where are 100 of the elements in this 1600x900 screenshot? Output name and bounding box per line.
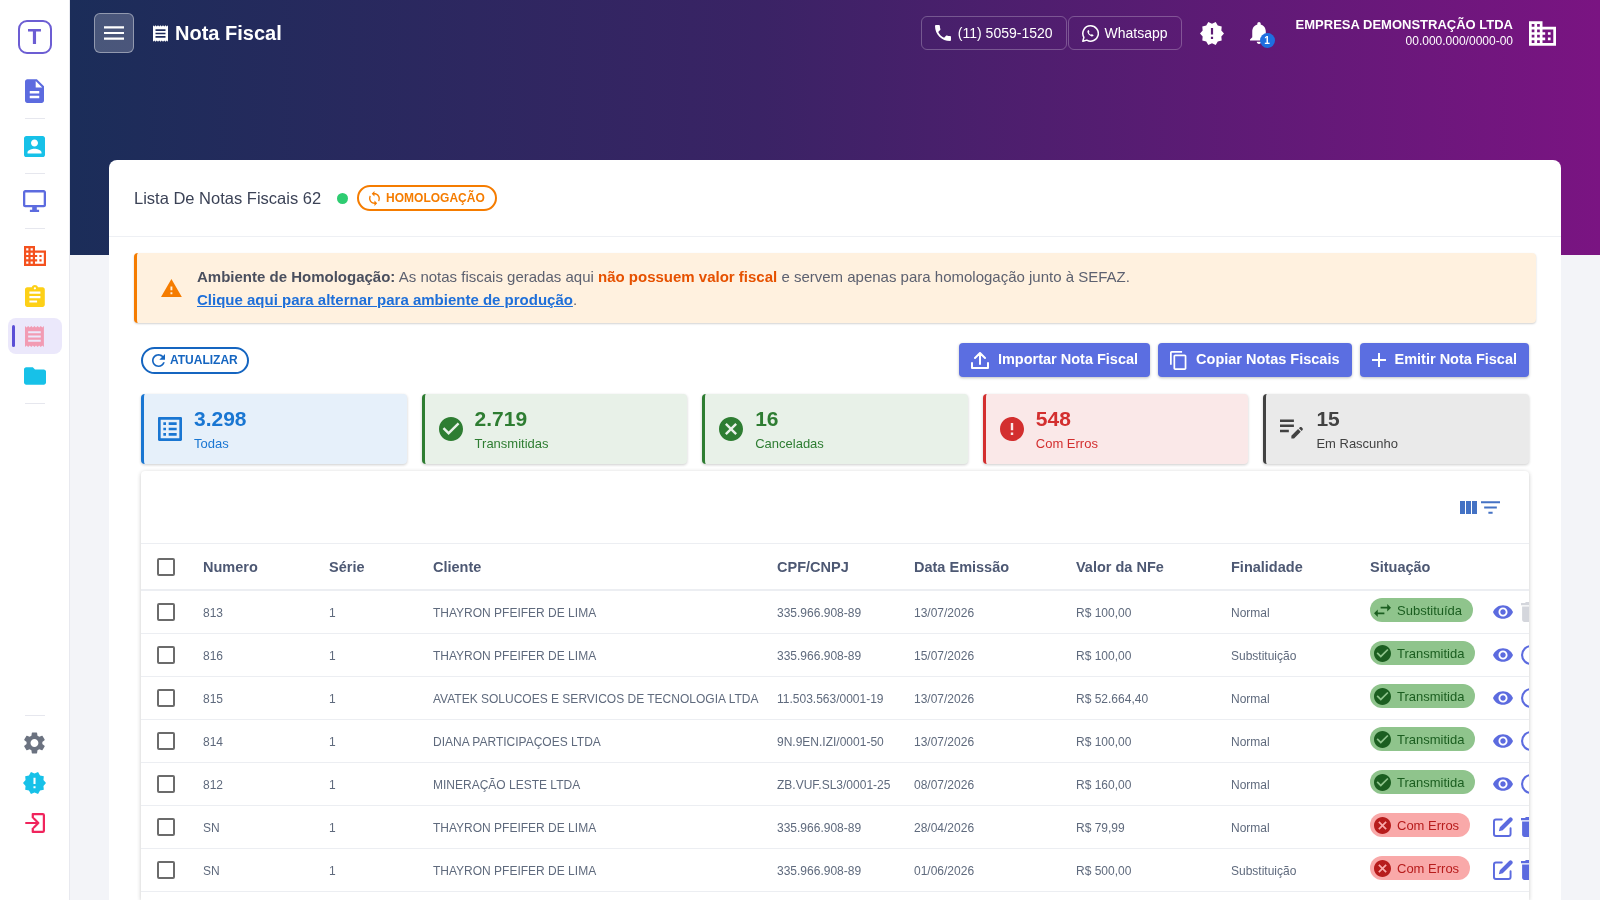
eye-icon[interactable] xyxy=(1493,774,1513,794)
menu-button[interactable] xyxy=(94,13,134,53)
contact-card-icon xyxy=(24,135,45,157)
copy-icon xyxy=(1170,350,1188,370)
refresh-button[interactable]: ATUALIZAR xyxy=(141,346,249,374)
refresh-icon xyxy=(152,353,165,367)
trash-icon[interactable] xyxy=(1521,860,1529,880)
series-number: 1 xyxy=(329,606,336,620)
row-checkbox[interactable] xyxy=(157,603,175,621)
trash-icon[interactable] xyxy=(1521,817,1529,837)
issue-date: 13/07/2026 xyxy=(914,735,975,749)
stat-card[interactable]: 548 Com Erros xyxy=(982,394,1249,464)
eye-icon[interactable] xyxy=(1493,688,1513,708)
tax-id: 11.503.563/0001-19 xyxy=(777,692,884,706)
row-checkbox[interactable] xyxy=(157,732,175,750)
sidebar-item[interactable] xyxy=(7,318,62,354)
list-title: Lista De Notas Fiscais 62 xyxy=(134,187,322,209)
edit-icon[interactable] xyxy=(1493,860,1513,880)
client-name: THAYRON PFEIFER DE LIMA xyxy=(433,606,597,620)
stat-value: 3.298 xyxy=(194,405,247,432)
eye-icon[interactable] xyxy=(1493,731,1513,751)
stat-label: Transmitidas xyxy=(474,434,549,453)
ring-icon[interactable] xyxy=(1521,731,1529,751)
eye-icon[interactable] xyxy=(1493,645,1513,665)
ring-icon[interactable] xyxy=(1521,688,1529,708)
status-label: Com Erros xyxy=(1397,816,1460,835)
edit-icon[interactable] xyxy=(1493,817,1513,837)
create-button[interactable]: Emitir Nota Fiscal xyxy=(1359,343,1529,377)
tax-id: 335.966.908-89 xyxy=(777,864,862,878)
stat-card[interactable]: 3.298 Todas xyxy=(141,394,407,464)
alert-link[interactable]: Clique aqui para alternar para ambiente de produção xyxy=(197,291,573,308)
invoice-number: 812 xyxy=(203,778,224,792)
column-header: Valor da NFe xyxy=(1076,558,1164,575)
ring-icon[interactable] xyxy=(1521,774,1529,794)
phone-button[interactable]: (11) 5059-1520 xyxy=(920,16,1067,50)
invoice-amount: R$ 52.664,40 xyxy=(1076,692,1149,706)
folder-icon xyxy=(23,367,46,385)
row-checkbox[interactable] xyxy=(157,818,175,836)
ring-icon[interactable] xyxy=(1521,645,1529,665)
issue-date: 13/07/2026 xyxy=(914,606,975,620)
import-button[interactable]: Importar Nota Fiscal xyxy=(958,343,1151,377)
stat-card[interactable]: 15 Em Rascunho xyxy=(1263,394,1529,464)
monitor-icon xyxy=(23,190,46,212)
exit-icon xyxy=(24,813,45,833)
columns-icon[interactable] xyxy=(1460,500,1477,514)
receipt-icon xyxy=(25,325,44,347)
series-number: 1 xyxy=(329,735,336,749)
whatsapp-button[interactable]: Whatsapp xyxy=(1067,16,1182,50)
stat-label: Todas xyxy=(194,434,230,453)
warning-icon xyxy=(161,279,182,297)
status-label: Substituída xyxy=(1397,601,1463,620)
status-label: Transmitida xyxy=(1397,730,1465,749)
stat-value: 16 xyxy=(755,405,780,432)
row-checkbox[interactable] xyxy=(157,861,175,879)
column-header: Data Emissão xyxy=(914,558,1010,575)
column-header: CPF/CNPJ xyxy=(777,558,849,575)
invoice-purpose: Normal xyxy=(1231,778,1270,792)
filter-icon[interactable] xyxy=(1481,500,1500,514)
stat-card[interactable]: 2.719 Transmitidas xyxy=(421,394,688,464)
upload-icon xyxy=(970,351,989,369)
invoice-purpose: Substituição xyxy=(1231,864,1297,878)
stat-card[interactable]: 16 Canceladas xyxy=(702,394,968,464)
invoice-amount: R$ 100,00 xyxy=(1076,606,1132,620)
select-all-checkbox[interactable] xyxy=(157,557,175,576)
row-checkbox[interactable] xyxy=(157,689,175,707)
chat-bubble-icon xyxy=(1081,24,1099,42)
building-icon xyxy=(23,246,46,266)
eye-icon[interactable] xyxy=(1493,602,1513,622)
series-number: 1 xyxy=(329,649,336,663)
column-header: Série xyxy=(329,558,365,575)
settings-icon xyxy=(24,732,45,754)
issue-date: 13/07/2026 xyxy=(914,692,975,706)
issue-date: 08/07/2026 xyxy=(914,778,975,792)
status-label: Transmitida xyxy=(1397,644,1465,663)
invoice-amount: R$ 100,00 xyxy=(1076,649,1132,663)
stat-label: Com Erros xyxy=(1035,434,1098,453)
stat-value: 548 xyxy=(1035,405,1072,432)
page-title: Nota Fiscal xyxy=(175,21,282,46)
alert-badge-icon xyxy=(23,772,46,794)
column-header: Finalidade xyxy=(1231,558,1303,575)
stat-label: Em Rascunho xyxy=(1316,434,1399,453)
company-tax-id: 00.000.000/0000-00 xyxy=(1405,33,1513,49)
stat-label: Canceladas xyxy=(755,434,824,453)
alert-message: Ambiente de Homologação: As notas fiscais geradas aqui não possuem valor fiscal e servem apenas para homologação junto à SEFAZ. Clique aqui para alternar para ambiente de produção. xyxy=(197,267,1131,310)
invoice-number: SN xyxy=(203,821,220,835)
building-icon xyxy=(1529,20,1556,46)
status-label: Com Erros xyxy=(1397,859,1460,878)
environment-label: HOMOLOGAÇÃO xyxy=(386,189,485,207)
copy-button[interactable]: Copiar Notas Fiscais xyxy=(1158,343,1352,377)
client-name: MINERAÇÃO LESTE LTDA xyxy=(433,778,581,792)
tax-id: 9N.9EN.IZI/0001-50 xyxy=(777,735,884,749)
invoice-purpose: Normal xyxy=(1231,692,1270,706)
row-checkbox[interactable] xyxy=(157,646,175,664)
invoice-purpose: Normal xyxy=(1231,606,1270,620)
tax-id: ZB.VUF.SL3/0001-25 xyxy=(777,778,891,792)
sync-icon xyxy=(369,190,381,206)
receipt-icon xyxy=(153,24,168,42)
alert-badge-icon[interactable] xyxy=(1199,21,1224,45)
row-checkbox[interactable] xyxy=(157,775,175,793)
client-name: AVATEK SOLUCOES E SERVICOS DE TECNOLOGIA LTDA xyxy=(433,692,759,706)
